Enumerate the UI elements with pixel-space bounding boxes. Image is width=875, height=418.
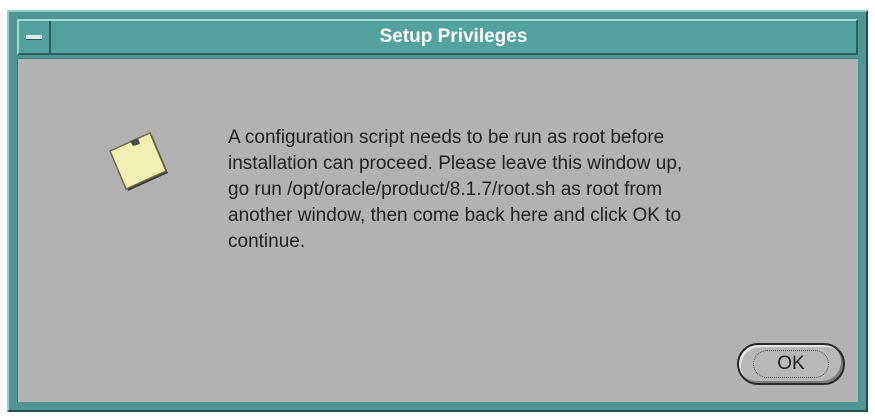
title-bar[interactable]: Setup Privileges — [17, 19, 858, 55]
dialog-message: A configuration script needs to be run a… — [228, 127, 683, 252]
dialog-window: Setup Privileges A configuration script … — [7, 10, 868, 412]
note-icon — [109, 132, 168, 191]
dialog-body: A configuration script needs to be run a… — [17, 58, 858, 402]
ok-button[interactable]: OK — [737, 343, 845, 385]
ok-button-label: OK — [777, 353, 805, 374]
window-menu-icon — [26, 35, 42, 40]
window-title: Setup Privileges — [379, 26, 528, 47]
window-menu-button[interactable] — [19, 21, 51, 53]
